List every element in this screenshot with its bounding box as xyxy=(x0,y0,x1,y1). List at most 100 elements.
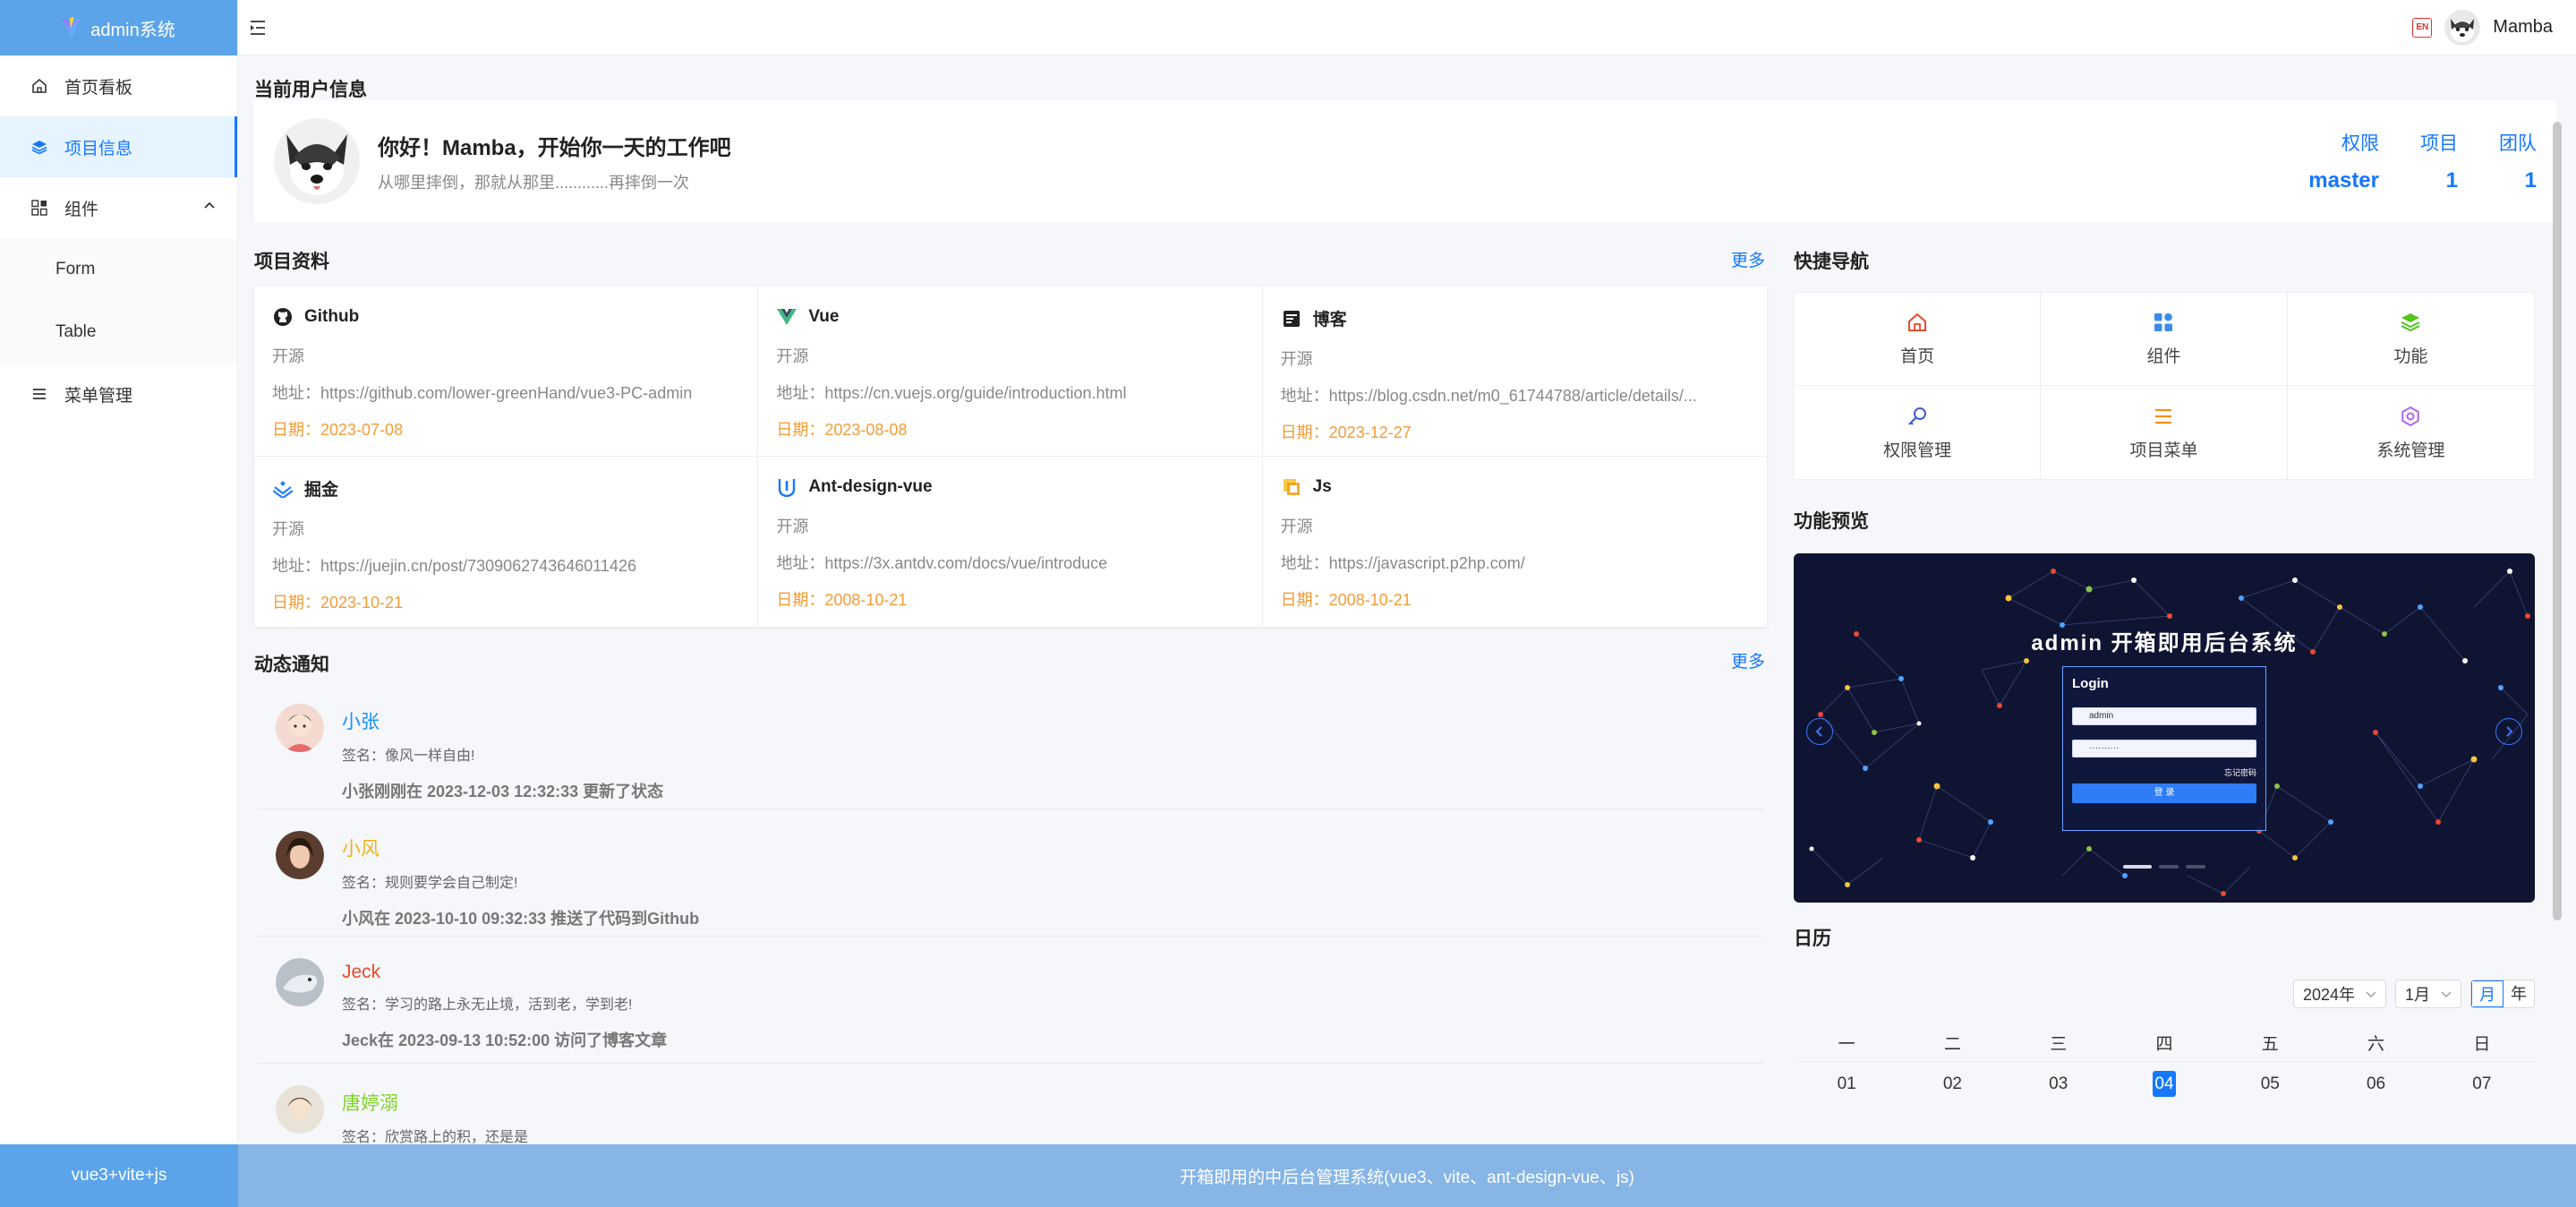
chevron-up-icon xyxy=(204,201,215,209)
sidebar-item-label: Table xyxy=(55,322,97,341)
sidebar-item-menu-manage[interactable]: 菜单管理 xyxy=(0,364,237,424)
motto-text: 从哪里摔倒，那就从那里............再摔倒一次 xyxy=(378,173,690,192)
list-item[interactable]: 小风 签名：规则要学会自己制定! 小风在 2023-10-10 09:32:33… xyxy=(258,809,1763,937)
collapse-sidebar-button[interactable] xyxy=(245,15,270,40)
section-title-user-info: 当前用户信息 xyxy=(254,80,367,100)
user-stats: 权限 master 项目 1 团队 1 xyxy=(2308,129,2537,193)
project-type: 开源 xyxy=(776,518,809,535)
weekday-label: 三 xyxy=(2050,1035,2068,1054)
notification-signature: 签名：像风一样自由! xyxy=(342,749,475,764)
day-number: 05 xyxy=(2260,1074,2280,1093)
project-url[interactable]: 地址：https://cn.vuejs.org/guide/introducti… xyxy=(776,381,1243,404)
sidebar-item-label: Form xyxy=(55,260,96,278)
project-url[interactable]: 地址：https://blog.csdn.net/m0_61744788/art… xyxy=(1281,383,1749,407)
sidebar-item-dashboard[interactable]: 首页看板 xyxy=(0,56,237,116)
notification-user: 小张 xyxy=(342,712,380,732)
list-item[interactable]: Jeck 签名：学习的路上永无止境，活到老，学到老! Jeck在 2023-09… xyxy=(258,937,1763,1064)
sidebar-item-label: 项目信息 xyxy=(64,139,133,158)
project-url[interactable]: 地址：https://3x.antdv.com/docs/vue/introdu… xyxy=(776,551,1243,574)
project-name: Github xyxy=(304,307,360,326)
quick-nav-permission[interactable]: 权限管理 xyxy=(1795,386,2042,479)
project-url[interactable]: 地址：https://javascript.p2hp.com/ xyxy=(1281,551,1749,574)
gear-icon xyxy=(2399,405,2422,428)
project-card-github[interactable]: Github 开源 地址：https://github.com/lower-gr… xyxy=(254,287,759,457)
sidebar-item-components[interactable]: 组件 xyxy=(0,177,237,238)
quick-nav-project-menu[interactable]: 项目菜单 xyxy=(2041,386,2288,479)
preview-forgot-password: 忘记密码 xyxy=(2223,768,2256,777)
project-date: 日期：2023-10-21 xyxy=(272,594,404,612)
app-logo-bar[interactable]: admin系统 xyxy=(0,0,237,56)
carousel-next-button[interactable] xyxy=(2495,718,2522,745)
stat-project: 项目 1 xyxy=(2420,129,2458,193)
notification-user: 唐婷溺 xyxy=(342,1093,398,1114)
quick-nav-home[interactable]: 首页 xyxy=(1795,293,2042,386)
mode-year-button[interactable]: 年 xyxy=(2503,980,2534,1007)
user-name[interactable]: Mamba xyxy=(2493,17,2553,38)
calendar-day-today[interactable]: 04 xyxy=(2111,1071,2217,1097)
project-type: 开源 xyxy=(1280,350,1313,368)
project-name: Ant-design-vue xyxy=(808,477,933,496)
project-header: 掘金 xyxy=(272,476,739,501)
chevron-down-icon xyxy=(2366,991,2376,997)
sidebar-item-project-info[interactable]: 项目信息 xyxy=(0,116,237,177)
stat-value: 1 xyxy=(2524,168,2537,193)
quick-nav-system[interactable]: 系统管理 xyxy=(2288,386,2534,479)
stat-value: 1 xyxy=(2445,168,2458,193)
projects-more-link[interactable]: 更多 xyxy=(1731,247,1765,271)
carousel-prev-button[interactable] xyxy=(1806,718,1833,745)
project-card-js[interactable]: Js 开源 地址：https://javascript.p2hp.com/ 日期… xyxy=(1263,457,1767,627)
project-name: Vue xyxy=(808,307,840,326)
quick-nav-feature[interactable]: 功能 xyxy=(2287,293,2534,386)
project-url[interactable]: 地址：https://juejin.cn/post/73090627436460… xyxy=(272,553,739,577)
project-card-blog[interactable]: 博客 开源 地址：https://blog.csdn.net/m0_617447… xyxy=(1262,287,1767,457)
day-number: 03 xyxy=(2049,1074,2068,1093)
project-name: 博客 xyxy=(1312,311,1347,330)
submenu-components: Form Table xyxy=(0,238,237,364)
stat-value: master xyxy=(2308,168,2379,193)
notification-signature: 签名：规则要学会自己制定! xyxy=(342,876,518,891)
carousel-dot[interactable] xyxy=(2159,865,2179,869)
calendar-day[interactable]: 02 xyxy=(1899,1074,2005,1094)
calendar-day[interactable]: 05 xyxy=(2217,1074,2323,1094)
month-select-value: 1月 xyxy=(2404,986,2430,1004)
language-toggle-button[interactable]: EN xyxy=(2412,17,2433,38)
month-select[interactable]: 1月 xyxy=(2394,980,2461,1008)
avatar[interactable] xyxy=(2444,9,2481,46)
year-select[interactable]: 2024年 xyxy=(2292,980,2386,1008)
mode-month-button[interactable]: 月 xyxy=(2471,980,2503,1007)
preview-password-field: ·········· xyxy=(2072,740,2256,758)
sidebar-item-label: 首页看板 xyxy=(64,78,133,98)
calendar-day[interactable]: 06 xyxy=(2323,1074,2428,1094)
notification-action: 小风在 2023-10-10 09:32:33 推送了代码到Github xyxy=(342,910,700,928)
project-date: 日期：2023-08-08 xyxy=(776,421,908,439)
project-url[interactable]: 地址：https://github.com/lower-greenHand/vu… xyxy=(272,381,739,404)
project-header: Github xyxy=(272,306,739,328)
project-header: Ant-design-vue xyxy=(776,476,1243,498)
carousel-dot[interactable] xyxy=(2186,865,2205,869)
day-number: 07 xyxy=(2472,1074,2492,1093)
vite-logo-icon xyxy=(63,17,81,38)
carousel-dot[interactable] xyxy=(2123,865,2152,869)
calendar-day[interactable]: 03 xyxy=(2006,1074,2111,1094)
main-scrollbar[interactable] xyxy=(2553,122,2562,920)
project-type: 开源 xyxy=(776,347,809,365)
section-title-calendar: 日历 xyxy=(1794,929,1831,949)
quick-nav-label: 功能 xyxy=(2393,347,2428,366)
project-card-juejin[interactable]: 掘金 开源 地址：https://juejin.cn/post/73090627… xyxy=(254,457,759,627)
footer-tech-stack: vue3+vite+js xyxy=(0,1144,238,1207)
project-card-antdv[interactable]: Ant-design-vue 开源 地址：https://3x.antdv.co… xyxy=(758,457,1263,627)
notifications-more-link[interactable]: 更多 xyxy=(1731,648,1765,672)
project-date: 日期：2023-12-27 xyxy=(1280,424,1412,441)
calendar-day[interactable]: 07 xyxy=(2429,1074,2535,1094)
quick-nav-components[interactable]: 组件 xyxy=(2041,293,2288,386)
notification-user: 小风 xyxy=(342,839,380,860)
list-item[interactable]: 唐婷溺 签名：欣赏路上的积，还是是 xyxy=(258,1064,1763,1144)
calendar-day[interactable]: 01 xyxy=(1794,1074,1899,1094)
day-number: 02 xyxy=(1942,1074,1962,1093)
sidebar-item-form[interactable]: Form xyxy=(0,238,237,301)
sidebar-item-table[interactable]: Table xyxy=(0,301,237,364)
feature-preview-carousel[interactable]: admin 开箱即用后台系统 Login admin ·········· 忘记… xyxy=(1794,553,2535,903)
project-card-vue[interactable]: Vue 开源 地址：https://cn.vuejs.org/guide/int… xyxy=(758,287,1263,457)
calendar-mode-switch: 月 年 xyxy=(2470,980,2535,1008)
list-item[interactable]: 小张 签名：像风一样自由! 小张刚刚在 2023-12-03 12:32:33 … xyxy=(258,682,1763,809)
